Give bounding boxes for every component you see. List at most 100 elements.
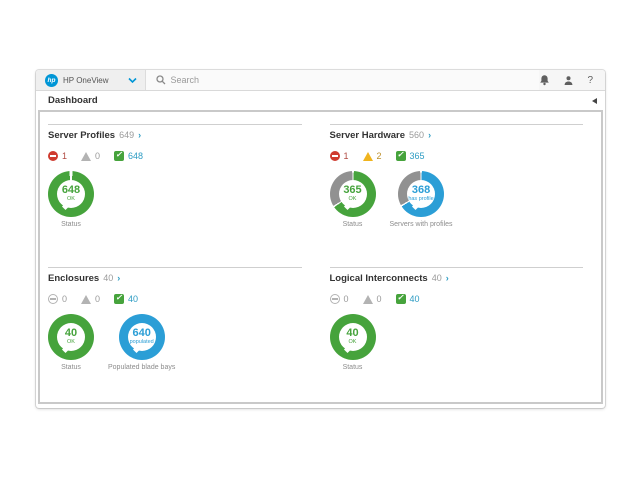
user-account-icon[interactable] <box>563 75 574 86</box>
critical-count: 1 <box>62 151 67 161</box>
donut-center: 640 populated <box>128 323 156 351</box>
donut-row: 648 OK Status <box>48 171 302 228</box>
search-icon <box>156 75 166 85</box>
status-donut-group[interactable]: 40 OK Status <box>330 314 376 371</box>
dashboard-grid: Server Profiles 649 › 1 0 648 <box>38 110 603 404</box>
blade-bays-donut-group[interactable]: 640 populated Populated blade bays <box>108 314 175 371</box>
product-menu[interactable]: hp HP OneView <box>36 70 145 90</box>
blade-bays-donut-chart[interactable]: 640 populated <box>119 314 165 360</box>
status-donut-group[interactable]: 40 OK Status <box>48 314 94 371</box>
status-donut-chart[interactable]: 365 OK <box>330 171 376 217</box>
donut-row: 40 OK Status 640 populated Populated bla… <box>48 314 302 371</box>
status-warning[interactable]: 2 <box>363 151 382 161</box>
panel-title: Enclosures <box>48 273 99 284</box>
status-ok[interactable]: 365 <box>396 151 425 161</box>
status-critical[interactable]: 1 <box>330 151 349 161</box>
ok-count: 40 <box>128 294 138 304</box>
status-donut-group[interactable]: 648 OK Status <box>48 171 94 228</box>
panel-title: Server Hardware <box>330 130 406 141</box>
donut-label: Status <box>343 221 363 228</box>
ok-icon <box>396 294 406 304</box>
topbar-icons: ? <box>539 74 605 86</box>
panel-logical-interconnects-link[interactable]: Logical Interconnects 40 › <box>330 273 584 284</box>
status-warning[interactable]: 0 <box>363 294 382 304</box>
critical-count: 0 <box>344 294 349 304</box>
app-window: hp HP OneView ? Dashboard <box>36 70 605 408</box>
donut-sublabel: OK <box>349 196 357 203</box>
warning-count: 0 <box>95 294 100 304</box>
status-summary-row: 0 0 40 <box>330 293 584 304</box>
donut-value: 40 <box>346 328 358 339</box>
donut-sublabel: has profile <box>408 196 433 203</box>
status-critical[interactable]: 1 <box>48 151 67 161</box>
ok-count: 648 <box>128 151 143 161</box>
panel-count: 40 <box>432 273 442 283</box>
panel-title: Logical Interconnects <box>330 273 428 284</box>
status-ok[interactable]: 40 <box>114 294 138 304</box>
status-warning[interactable]: 0 <box>81 151 100 161</box>
donut-value: 40 <box>65 328 77 339</box>
panel-server-profiles-link[interactable]: Server Profiles 649 › <box>48 130 302 141</box>
panel-count: 560 <box>409 130 424 140</box>
donut-center: 40 OK <box>57 323 85 351</box>
donut-value: 648 <box>62 185 80 196</box>
warning-count: 0 <box>95 151 100 161</box>
status-summary-row: 0 0 40 <box>48 293 302 304</box>
search-bar[interactable] <box>146 70 540 90</box>
hp-logo-icon: hp <box>45 74 58 87</box>
warning-icon <box>81 152 91 161</box>
donut-label: Populated blade bays <box>108 364 175 371</box>
donut-value: 365 <box>343 185 361 196</box>
donut-value: 640 <box>132 328 150 339</box>
status-donut-group[interactable]: 365 OK Status <box>330 171 376 228</box>
chevron-down-icon[interactable] <box>128 77 137 84</box>
notifications-bell-icon[interactable] <box>539 74 550 86</box>
donut-center: 365 OK <box>339 180 367 208</box>
product-name: HP OneView <box>63 76 109 85</box>
profiles-donut-group[interactable]: 368 has profile Servers with profiles <box>390 171 453 228</box>
critical-icon <box>330 151 340 161</box>
donut-value: 368 <box>412 185 430 196</box>
status-critical[interactable]: 0 <box>330 294 349 304</box>
status-donut-chart[interactable]: 40 OK <box>48 314 94 360</box>
critical-count: 1 <box>344 151 349 161</box>
page-title: Dashboard <box>48 95 98 106</box>
donut-center: 40 OK <box>339 323 367 351</box>
ok-icon <box>114 294 124 304</box>
panel-enclosures: Enclosures 40 › 0 0 40 <box>48 267 302 402</box>
status-summary-row: 1 2 365 <box>330 150 584 161</box>
status-ok[interactable]: 648 <box>114 151 143 161</box>
donut-center: 368 has profile <box>407 180 435 208</box>
ok-count: 365 <box>410 151 425 161</box>
warning-icon <box>363 295 373 304</box>
critical-icon <box>330 294 340 304</box>
warning-icon <box>363 152 373 161</box>
ok-icon <box>114 151 124 161</box>
donut-label: Status <box>61 364 81 371</box>
search-input[interactable] <box>171 75 391 85</box>
donut-label: Status <box>61 221 81 228</box>
panel-server-hardware-link[interactable]: Server Hardware 560 › <box>330 130 584 141</box>
donut-sublabel: OK <box>67 339 75 346</box>
ok-icon <box>396 151 406 161</box>
panel-count: 40 <box>103 273 113 283</box>
critical-icon <box>48 294 58 304</box>
status-critical[interactable]: 0 <box>48 294 67 304</box>
status-ok[interactable]: 40 <box>396 294 420 304</box>
panel-enclosures-link[interactable]: Enclosures 40 › <box>48 273 302 284</box>
panel-title: Server Profiles <box>48 130 115 141</box>
ok-count: 40 <box>410 294 420 304</box>
collapse-panel-arrow-icon[interactable] <box>592 98 597 104</box>
profiles-donut-chart[interactable]: 368 has profile <box>398 171 444 217</box>
warning-count: 2 <box>377 151 382 161</box>
panel-link-arrow-icon: › <box>117 273 120 283</box>
help-icon[interactable]: ? <box>587 75 593 86</box>
page-header: Dashboard <box>36 91 605 110</box>
donut-label: Servers with profiles <box>390 221 453 228</box>
top-banner: hp HP OneView ? <box>36 70 605 91</box>
status-warning[interactable]: 0 <box>81 294 100 304</box>
status-donut-chart[interactable]: 40 OK <box>330 314 376 360</box>
donut-sublabel: OK <box>349 339 357 346</box>
critical-icon <box>48 151 58 161</box>
status-donut-chart[interactable]: 648 OK <box>48 171 94 217</box>
